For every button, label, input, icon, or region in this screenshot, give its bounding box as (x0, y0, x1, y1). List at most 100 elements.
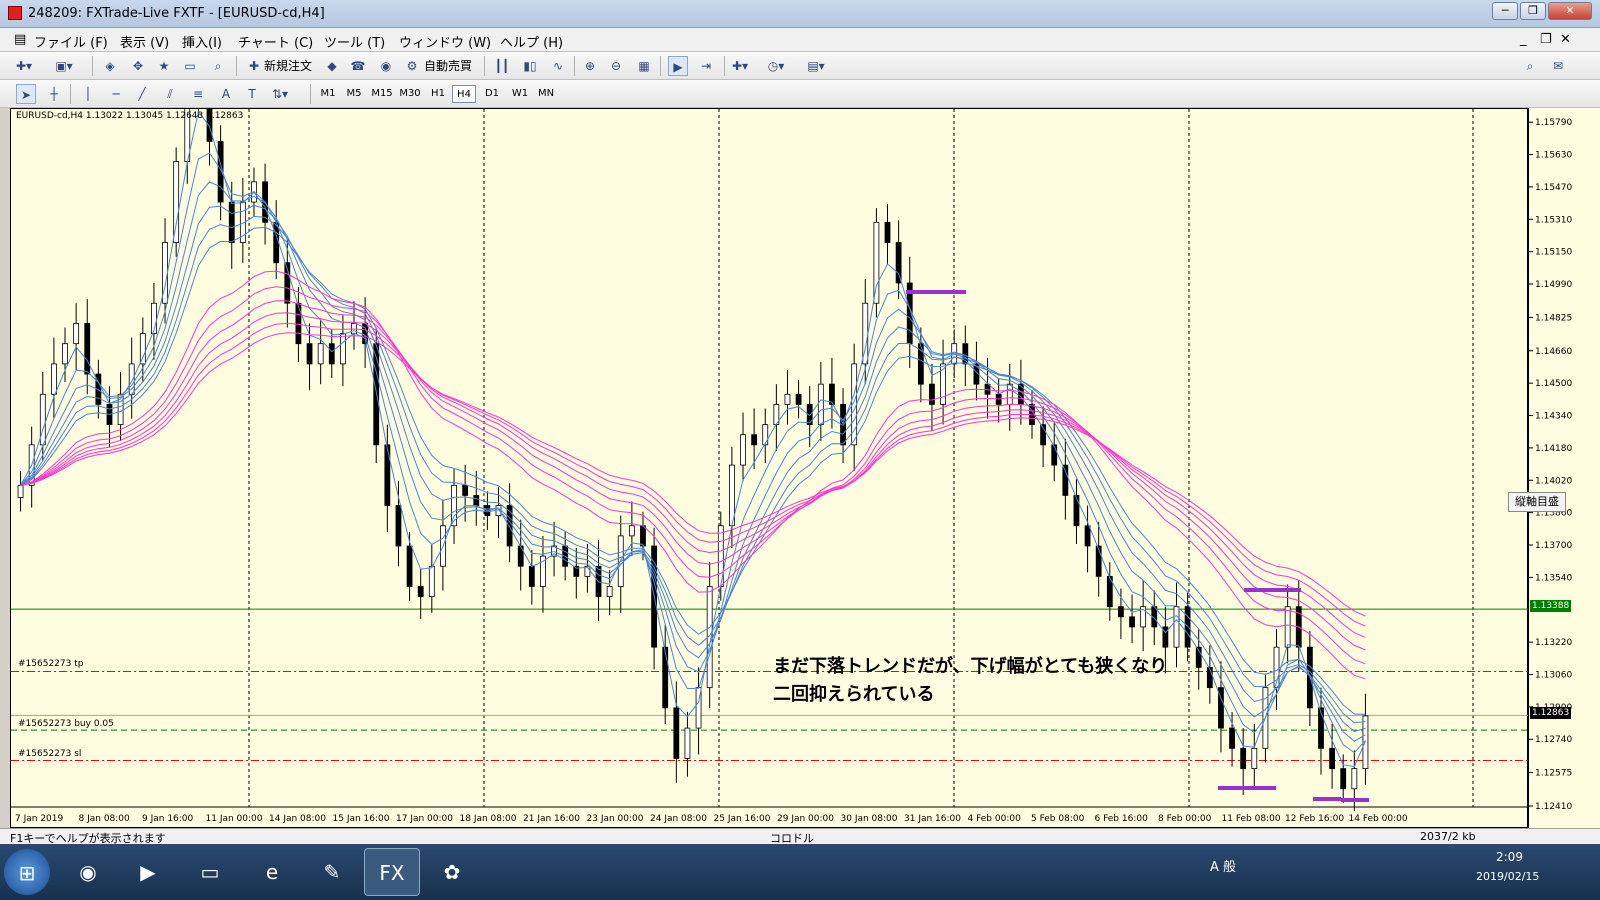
trendline-icon[interactable]: ╱ (132, 84, 152, 104)
data-window-icon[interactable]: ✥ (128, 56, 148, 76)
search-icon[interactable]: ⌕ (1520, 56, 1540, 76)
candle-body (417, 586, 424, 597)
ie-icon[interactable]: e (244, 848, 300, 896)
new-order-button[interactable]: 新規注文 (264, 56, 312, 76)
market-watch-icon[interactable]: ◈ (100, 56, 120, 76)
menu-view[interactable]: 表示 (V) (120, 32, 169, 51)
metaeditor-icon[interactable]: ◆ (322, 56, 342, 76)
price-chart[interactable]: 7 Jan 2019 8 Jan 08:00 9 Jan 16:00 11 Jan 0… (10, 108, 1529, 829)
child-minimize-button[interactable]: _ (1520, 32, 1527, 47)
x-tick-label: 7 Jan 2019 (15, 814, 63, 824)
candlestick-icon[interactable]: ▮▯ (520, 56, 540, 76)
horizontal-line-icon[interactable]: ─ (106, 84, 126, 104)
auto-scroll-icon[interactable]: ▶ (668, 56, 688, 76)
candle-body (395, 505, 402, 547)
line-chart-icon[interactable]: ∿ (548, 56, 568, 76)
candle-body (673, 707, 680, 759)
clock-date[interactable]: 2019/02/15 (1476, 870, 1539, 883)
ime-indicator[interactable]: A 般 (1210, 856, 1236, 875)
price-scale-tag[interactable]: 縦軸目盛 (1508, 492, 1566, 512)
candle-body (751, 434, 758, 446)
vertical-line-icon[interactable]: │ (78, 84, 98, 104)
ma-slow-line (20, 300, 1366, 651)
profiles-icon[interactable]: ▣▾ (54, 56, 74, 76)
minimize-button[interactable]: ─ (1492, 2, 1518, 20)
auto-trade-button[interactable]: 自動売買 (424, 56, 472, 76)
menu-help[interactable]: ヘルプ (H) (500, 32, 563, 51)
signals-icon[interactable]: ☎ (348, 56, 368, 76)
fibonacci-icon[interactable]: ≡ (188, 84, 208, 104)
indicators-icon[interactable]: ✚▾ (730, 56, 750, 76)
menu-tools[interactable]: ツール (T) (324, 32, 385, 51)
text-icon[interactable]: A (216, 84, 236, 104)
fx-trader-icon[interactable]: FX (364, 848, 420, 896)
auto-trade-icon[interactable]: ⚙ (402, 56, 422, 76)
clock-time[interactable]: 2:09 (1496, 850, 1523, 864)
text-label-icon[interactable]: T (242, 84, 262, 104)
y-tick-label: 1.15310 (1535, 215, 1572, 225)
child-restore-button[interactable]: ❐ (1540, 32, 1552, 47)
candle-body (62, 343, 68, 365)
zoom-out-icon[interactable]: ⊖ (606, 56, 626, 76)
menu-file[interactable]: ファイル (F) (34, 32, 108, 51)
maximize-button[interactable]: ❐ (1520, 2, 1546, 20)
candle-body (273, 221, 280, 264)
candle-body (328, 343, 335, 365)
tf-mn[interactable]: MN (534, 85, 558, 103)
new-order-icon[interactable]: ✚ (244, 56, 264, 76)
tile-windows-icon[interactable]: ▦ (634, 56, 654, 76)
standard-toolbar: ✚▾ ▣▾ ◈ ✥ ★ ▭ ⌕ ✚ 新規注文 ◆ ☎ ◉ ⚙ 自動売買 ┃┃ ▮… (0, 52, 1600, 80)
arrows-icon[interactable]: ⇅▾ (270, 84, 290, 104)
candle-body (1329, 747, 1335, 769)
chart-canvas[interactable]: 7 Jan 2019 8 Jan 08:00 9 Jan 16:00 11 Jan 0… (11, 109, 1529, 829)
tf-w1[interactable]: W1 (508, 85, 532, 103)
new-chart-icon[interactable]: ✚▾ (14, 56, 34, 76)
tf-m15[interactable]: M15 (370, 85, 394, 103)
media-player-icon[interactable]: ▶ (120, 848, 176, 896)
cursor-icon[interactable]: ➤ (16, 84, 36, 104)
crosshair-icon[interactable]: ┼ (44, 84, 64, 104)
paint-icon[interactable]: ✿ (424, 848, 480, 896)
x-tick-label: 9 Jan 16:00 (142, 814, 194, 824)
chat-icon[interactable]: ✉ (1548, 56, 1568, 76)
market-icon[interactable]: ◉ (376, 56, 396, 76)
templates-icon[interactable]: ▤▾ (806, 56, 826, 76)
traffic-indicator: 2037/2 kb (1420, 830, 1476, 843)
menu-insert[interactable]: 挿入(I) (182, 32, 222, 51)
periods-icon[interactable]: ◷▾ (766, 56, 786, 76)
start-button[interactable]: ⊞ (4, 849, 50, 895)
menu-chart[interactable]: チャート (C) (238, 32, 313, 51)
child-close-button[interactable]: ✕ (1560, 32, 1571, 47)
y-tick-label: 1.14990 (1535, 280, 1572, 290)
explorer-icon[interactable]: ▭ (182, 848, 238, 896)
bar-chart-icon[interactable]: ┃┃ (492, 56, 512, 76)
candle-body (740, 434, 746, 466)
candle-body (306, 343, 313, 365)
chart-doc-icon: ▤ (14, 32, 27, 47)
candle-body (1129, 616, 1135, 628)
tf-m30[interactable]: M30 (398, 85, 422, 103)
tf-h4[interactable]: H4 (452, 85, 476, 103)
zoom-in-icon[interactable]: ⊕ (580, 56, 600, 76)
tf-h1[interactable]: H1 (426, 85, 450, 103)
tf-m5[interactable]: M5 (342, 85, 366, 103)
x-tick-label: 14 Feb 00:00 (1349, 814, 1408, 824)
tf-m1[interactable]: M1 (316, 85, 340, 103)
app-icon (8, 6, 22, 20)
channel-icon[interactable]: ⫽ (160, 84, 180, 104)
terminal-icon[interactable]: ▭ (180, 56, 200, 76)
candle-body (384, 444, 391, 506)
y-tick-label: 1.13540 (1535, 573, 1572, 583)
chart-shift-icon[interactable]: ⇥ (696, 56, 716, 76)
x-tick-label: 6 Feb 16:00 (1095, 814, 1149, 824)
chrome-icon[interactable]: ◉ (60, 848, 116, 896)
navigator-icon[interactable]: ★ (154, 56, 174, 76)
x-tick-label: 11 Feb 08:00 (1222, 814, 1281, 824)
y-tick-label: 1.12740 (1535, 735, 1572, 745)
strategy-tester-icon[interactable]: ⌕ (208, 56, 228, 76)
tf-d1[interactable]: D1 (480, 85, 504, 103)
menu-window[interactable]: ウィンドウ (W) (399, 32, 491, 51)
x-tick-label: 30 Jan 08:00 (841, 814, 898, 824)
acrobat-icon[interactable]: ✎ (304, 848, 360, 896)
close-button[interactable]: ✕ (1548, 2, 1592, 20)
